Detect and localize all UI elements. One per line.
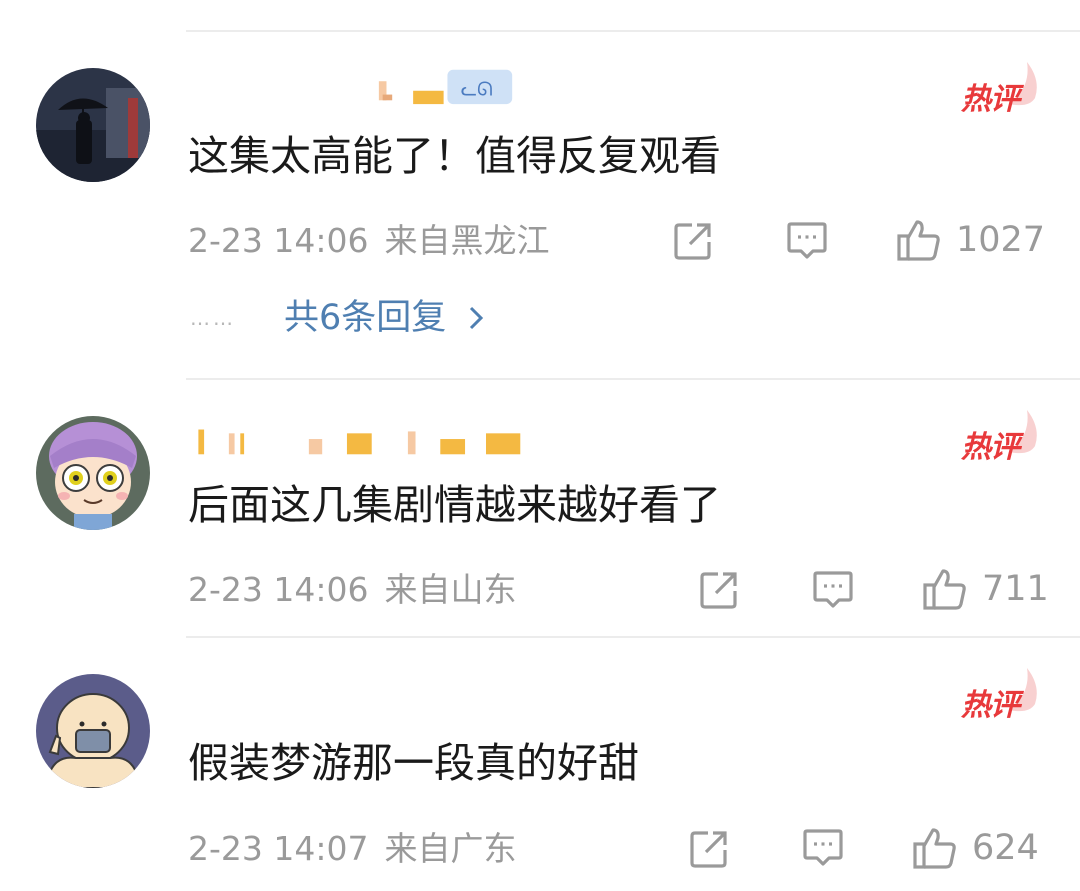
thumbs-up-icon — [913, 828, 956, 869]
comment-meta: 2-23 14:07 来自广东 — [188, 829, 517, 869]
comment-icon — [787, 222, 827, 259]
svg-text:ᓚᘏ: ᓚᘏ — [461, 79, 493, 101]
share-button[interactable] — [688, 827, 730, 871]
hot-comment-badge: 热评 — [961, 410, 1039, 465]
share-icon — [690, 831, 727, 868]
divider — [186, 636, 1080, 638]
username[interactable] — [186, 420, 546, 460]
divider — [186, 30, 1080, 32]
comment-button[interactable] — [786, 219, 828, 263]
share-button[interactable] — [698, 568, 740, 612]
share-icon — [700, 572, 737, 609]
comment-icon — [813, 571, 853, 608]
comment-time: 2-23 14:06 — [188, 221, 369, 260]
divider — [186, 378, 1080, 380]
comment-time: 2-23 14:06 — [188, 570, 369, 609]
comment-text: 这集太高能了！值得反复观看 — [188, 132, 721, 180]
comment-text: 假装梦游那一段真的好甜 — [188, 739, 639, 787]
comment-location: 来自广东 — [384, 829, 517, 868]
hot-badge-label: 热评 — [961, 82, 1020, 117]
chevron-right-icon — [470, 306, 484, 330]
comment-button[interactable] — [812, 568, 854, 612]
replies-dots: …… — [190, 306, 236, 330]
like-count: 1027 — [956, 220, 1046, 260]
like-button[interactable]: 711 — [922, 567, 1049, 611]
comment-time: 2-23 14:07 — [188, 829, 369, 868]
hot-comment-badge: 热评 — [961, 62, 1039, 117]
share-button[interactable] — [672, 219, 714, 263]
view-replies-link[interactable]: …… 共6条回复 — [190, 296, 484, 340]
hot-badge-label: 热评 — [961, 688, 1020, 723]
comment-meta: 2-23 14:06 来自黑龙江 — [188, 221, 550, 261]
share-icon — [674, 223, 711, 260]
thumbs-up-icon — [897, 220, 940, 261]
like-count: 711 — [982, 569, 1049, 609]
comment-location: 来自黑龙江 — [384, 221, 550, 260]
like-count: 624 — [972, 828, 1039, 868]
comment-location: 来自山东 — [384, 570, 517, 609]
comment-icon — [803, 829, 843, 866]
thumbs-up-icon — [923, 569, 966, 610]
comment-text: 后面这几集剧情越来越好看了 — [188, 481, 721, 529]
like-button[interactable]: 624 — [912, 826, 1039, 870]
avatar[interactable] — [36, 68, 150, 182]
avatar[interactable] — [36, 416, 150, 530]
username[interactable]: ᓚᘏ — [186, 66, 526, 106]
comment-button[interactable] — [802, 826, 844, 870]
hot-badge-label: 热评 — [961, 430, 1020, 465]
like-button[interactable]: 1027 — [896, 218, 1045, 262]
hot-comment-badge: 热评 — [961, 668, 1039, 723]
avatar[interactable] — [36, 674, 150, 788]
replies-label: 共6条回复 — [284, 298, 447, 338]
comment-meta: 2-23 14:06 来自山东 — [188, 570, 517, 610]
